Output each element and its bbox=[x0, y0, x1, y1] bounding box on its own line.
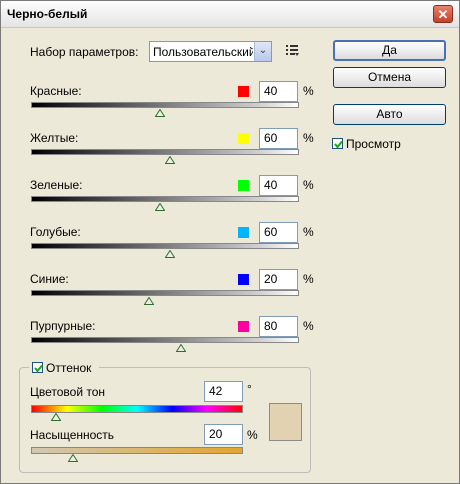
color-swatch bbox=[238, 227, 249, 238]
title-bar: Черно-белый ✕ bbox=[1, 1, 459, 28]
tint-checkbox[interactable] bbox=[32, 362, 43, 373]
saturation-label: Насыщенность bbox=[30, 428, 115, 442]
color-value-input[interactable]: 40 bbox=[259, 81, 298, 102]
check-icon bbox=[34, 364, 43, 373]
preset-label: Набор параметров: bbox=[30, 45, 139, 59]
color-swatch bbox=[238, 321, 249, 332]
saturation-percent: % bbox=[247, 428, 258, 442]
color-label: Зеленые: bbox=[30, 178, 83, 192]
percent-sign: % bbox=[303, 84, 314, 98]
color-slider-thumb[interactable] bbox=[154, 203, 165, 211]
color-label: Желтые: bbox=[30, 131, 79, 145]
black-white-dialog: Черно-белый ✕ Набор параметров: Пользова… bbox=[0, 0, 460, 484]
color-slider-track[interactable] bbox=[31, 196, 299, 202]
percent-sign: % bbox=[303, 319, 314, 333]
close-icon: ✕ bbox=[437, 7, 449, 22]
color-value-input[interactable]: 60 bbox=[259, 222, 298, 243]
color-label: Пурпурные: bbox=[30, 319, 96, 333]
color-value-input[interactable]: 20 bbox=[259, 269, 298, 290]
percent-sign: % bbox=[303, 131, 314, 145]
color-slider-thumb[interactable] bbox=[154, 109, 165, 117]
cancel-button[interactable]: Отмена bbox=[333, 67, 446, 88]
saturation-slider-track[interactable] bbox=[31, 447, 243, 454]
percent-sign: % bbox=[303, 272, 314, 286]
degree-sign: ° bbox=[247, 382, 252, 396]
hue-slider-thumb[interactable] bbox=[50, 413, 61, 421]
auto-button[interactable]: Авто bbox=[333, 104, 446, 125]
check-icon bbox=[334, 140, 343, 149]
color-slider-track[interactable] bbox=[31, 337, 299, 343]
color-label: Красные: bbox=[30, 84, 82, 98]
preview-label: Просмотр bbox=[346, 137, 401, 151]
dialog-title: Черно-белый bbox=[7, 7, 88, 21]
ok-button[interactable]: Да bbox=[333, 40, 446, 61]
color-value-input[interactable]: 60 bbox=[259, 128, 298, 149]
tint-label: Оттенок bbox=[46, 361, 92, 375]
color-value-input[interactable]: 40 bbox=[259, 175, 298, 196]
color-slider-track[interactable] bbox=[31, 149, 299, 155]
color-value-input[interactable]: 80 bbox=[259, 316, 298, 337]
color-swatch bbox=[238, 274, 249, 285]
color-swatch bbox=[238, 133, 249, 144]
color-label: Синие: bbox=[30, 272, 69, 286]
percent-sign: % bbox=[303, 178, 314, 192]
saturation-slider-thumb[interactable] bbox=[68, 454, 79, 462]
color-slider-thumb[interactable] bbox=[165, 250, 176, 258]
color-label: Голубые: bbox=[30, 225, 81, 239]
tint-group bbox=[19, 367, 311, 473]
preset-value: Пользовательский bbox=[153, 45, 253, 59]
preset-select[interactable]: Пользовательский ⌄ bbox=[149, 41, 272, 62]
saturation-input[interactable]: 20 bbox=[204, 424, 243, 445]
hue-slider-track[interactable] bbox=[31, 405, 243, 413]
chevron-down-icon: ⌄ bbox=[254, 42, 271, 61]
list-menu-icon[interactable] bbox=[285, 43, 299, 57]
color-slider-thumb[interactable] bbox=[176, 344, 187, 352]
percent-sign: % bbox=[303, 225, 314, 239]
color-swatch bbox=[238, 180, 249, 191]
color-slider-track[interactable] bbox=[31, 243, 299, 249]
color-slider-thumb[interactable] bbox=[143, 297, 154, 305]
color-slider-thumb[interactable] bbox=[165, 156, 176, 164]
color-slider-track[interactable] bbox=[31, 290, 299, 296]
hue-input[interactable]: 42 bbox=[204, 381, 243, 402]
tint-color-preview bbox=[269, 403, 302, 441]
preview-checkbox[interactable] bbox=[332, 138, 343, 149]
color-swatch bbox=[238, 86, 249, 97]
hue-label: Цветовой тон bbox=[30, 385, 106, 399]
color-slider-track[interactable] bbox=[31, 102, 299, 108]
close-button[interactable]: ✕ bbox=[433, 5, 453, 23]
